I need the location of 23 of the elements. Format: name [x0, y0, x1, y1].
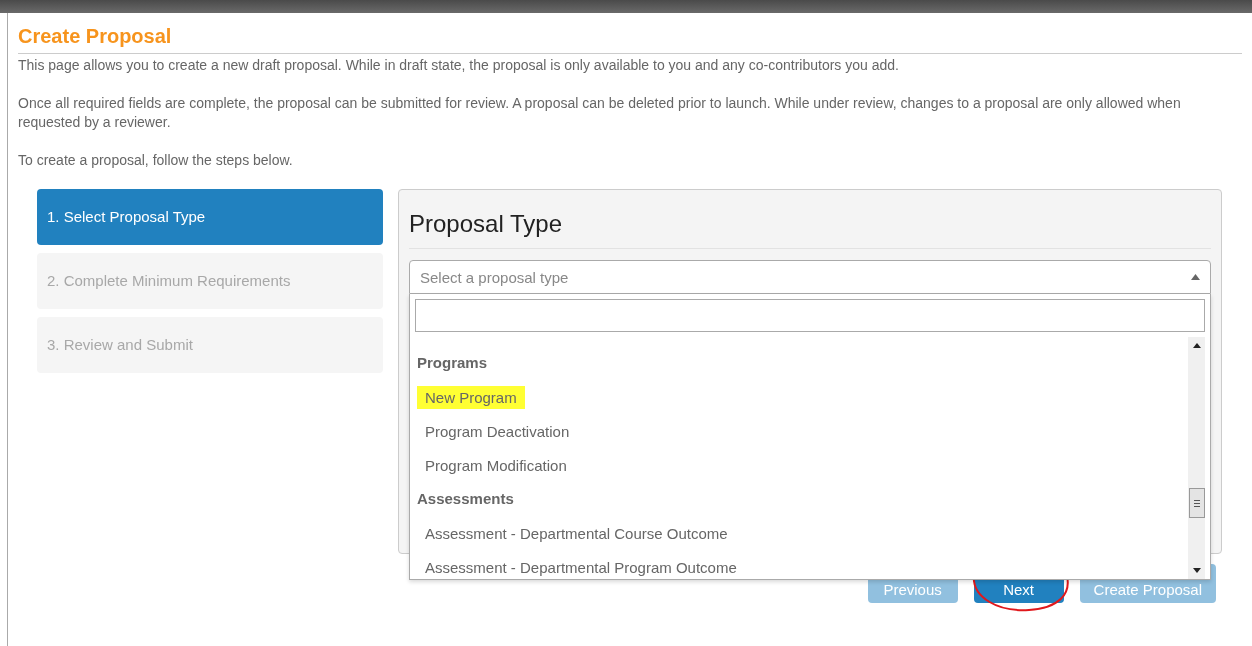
- dropdown-option[interactable]: Program Modification: [415, 448, 1188, 482]
- caret-icon: [1191, 274, 1200, 280]
- option-group-label: Assessments: [416, 489, 515, 509]
- option-label: Program Deactivation: [425, 421, 570, 441]
- scroll-up-icon[interactable]: [1192, 343, 1201, 348]
- wizard-step[interactable]: 1. Select Proposal Type: [37, 189, 383, 245]
- option-label: Assessment - Departmental Course Outcome: [425, 523, 728, 543]
- option-label: New Program: [417, 385, 525, 409]
- proposal-type-select[interactable]: Select a proposal type: [409, 260, 1211, 294]
- scrollbar[interactable]: [1188, 337, 1205, 579]
- option-label: Assessment - Departmental Program Outcome: [425, 557, 737, 577]
- option-group-label: Programs: [416, 353, 489, 373]
- intro-paragraph: Once all required fields are complete, the proposal can be submitted for review. A proposal can be deleted prior to launch. While under review, changes to a proposal are only allowed when requested by a reviewer.: [18, 94, 1182, 132]
- search-field[interactable]: [415, 299, 1205, 332]
- intro-paragraph: To create a proposal, follow the steps below.: [18, 151, 294, 170]
- dropdown-option[interactable]: Program Deactivation: [415, 414, 1188, 448]
- page-title: Create Proposal: [18, 25, 1242, 54]
- intro-paragraph: This page allows you to create a new draft proposal. While in draft state, the proposal is only available to you and any co-contributors you add.: [18, 56, 900, 75]
- dropdown-option[interactable]: Assessment - Departmental Course Outcome: [415, 516, 1188, 550]
- panel-title: Proposal Type: [409, 190, 1211, 249]
- dropdown-option[interactable]: New Program: [415, 380, 1188, 414]
- scroll-down-icon[interactable]: [1192, 568, 1201, 573]
- option-label: Program Modification: [425, 455, 567, 475]
